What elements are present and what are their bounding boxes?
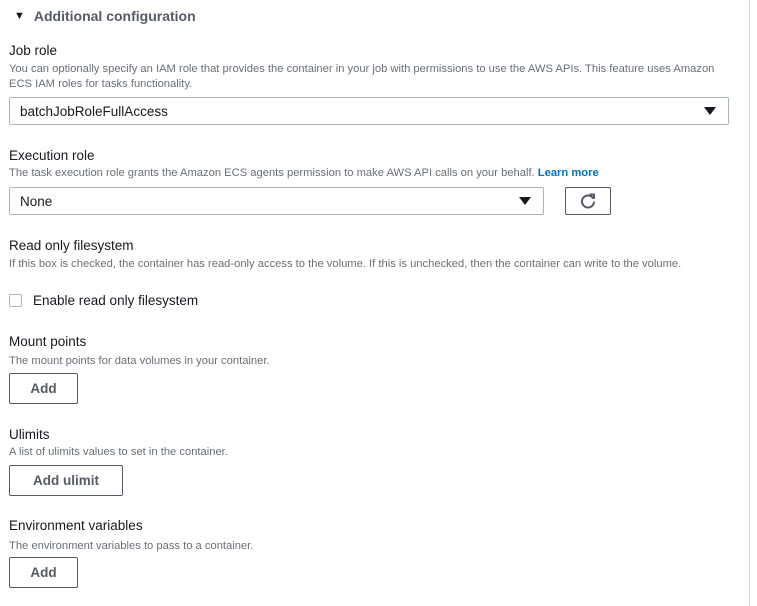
read-only-fs-checkbox[interactable] [9, 294, 22, 307]
execution-role-selected-value: None [20, 194, 53, 209]
env-vars-description: The environment variables to pass to a c… [9, 540, 254, 552]
caret-down-icon: ▼ [14, 9, 25, 22]
add-ulimit-button[interactable]: Add ulimit [9, 465, 123, 496]
read-only-fs-checkbox-label[interactable]: Enable read only filesystem [33, 293, 198, 308]
job-role-selected-value: batchJobRoleFullAccess [20, 104, 168, 119]
ulimits-description: A list of ulimits values to set in the c… [9, 446, 228, 458]
read-only-fs-description: If this box is checked, the container ha… [9, 258, 682, 270]
env-vars-add-button[interactable]: Add [9, 557, 78, 588]
job-role-label: Job role [9, 43, 58, 58]
mount-points-add-button[interactable]: Add [9, 373, 78, 404]
refresh-icon [581, 193, 595, 209]
job-role-select[interactable]: batchJobRoleFullAccess [9, 97, 729, 125]
read-only-fs-label: Read only filesystem [9, 238, 134, 253]
job-role-description: You can optionally specify an IAM role t… [9, 63, 715, 90]
learn-more-link[interactable]: Learn more [538, 167, 599, 179]
execution-role-description-text: The task execution role grants the Amazo… [9, 167, 535, 179]
caret-down-icon [704, 107, 716, 115]
ulimits-label: Ulimits [9, 427, 50, 442]
execution-role-description: The task execution role grants the Amazo… [9, 166, 729, 181]
execution-role-label: Execution role [9, 148, 95, 163]
refresh-button[interactable] [565, 187, 611, 215]
section-title: Additional configuration [33, 8, 196, 24]
execution-role-select[interactable]: None [9, 187, 544, 215]
section-header-additional-configuration[interactable]: ▼ Additional configuration [14, 8, 196, 24]
panel-right-border [749, 0, 750, 606]
caret-down-icon [519, 197, 531, 205]
mount-points-label: Mount points [9, 334, 87, 349]
mount-points-description: The mount points for data volumes in you… [9, 355, 270, 367]
env-vars-label: Environment variables [9, 518, 143, 533]
